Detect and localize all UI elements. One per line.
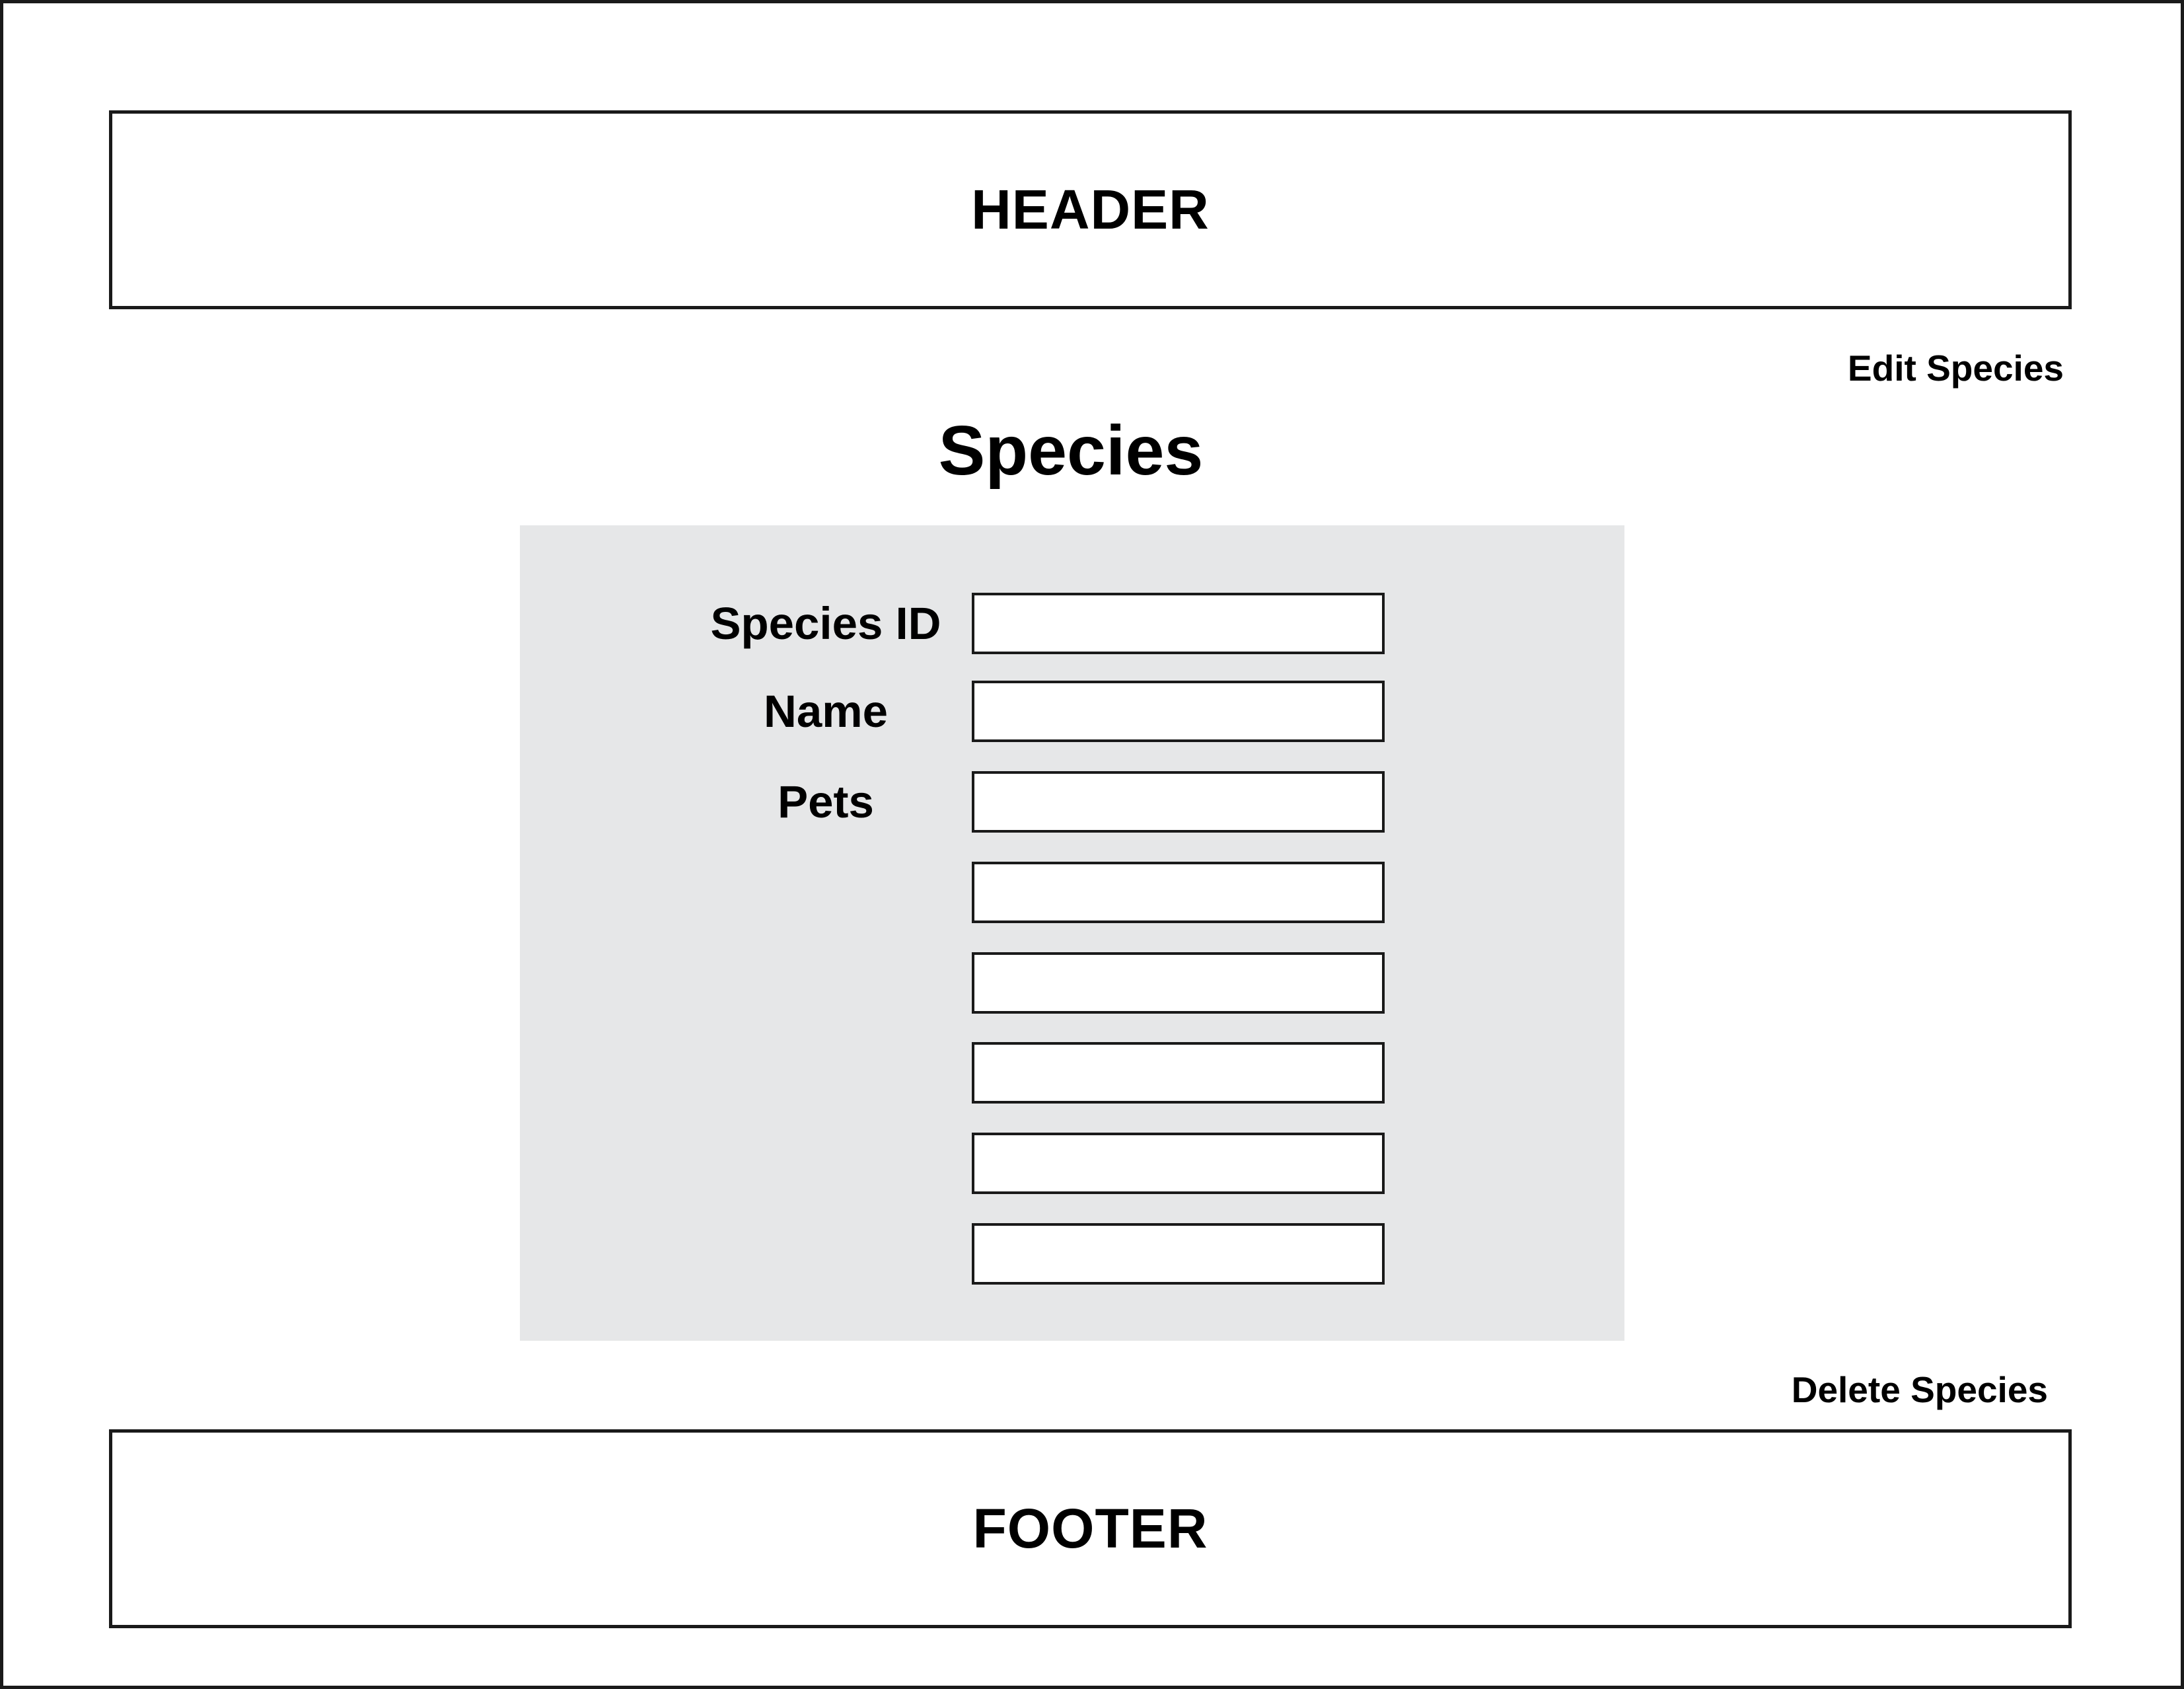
pets-input-5[interactable] [972, 1133, 1385, 1194]
edit-species-link[interactable]: Edit Species [1848, 347, 2064, 389]
name-label: Name [764, 686, 888, 737]
name-input[interactable] [972, 681, 1385, 742]
pets-input-4[interactable] [972, 1042, 1385, 1104]
pets-input-6[interactable] [972, 1223, 1385, 1285]
header-title: HEADER [971, 178, 1210, 241]
pets-input-1[interactable] [972, 771, 1385, 833]
species-id-label: Species ID [710, 598, 941, 649]
delete-species-link[interactable]: Delete Species [1792, 1369, 2048, 1411]
pets-label: Pets [778, 776, 874, 827]
header: HEADER [109, 110, 2072, 309]
pets-input-3[interactable] [972, 952, 1385, 1014]
pets-input-2[interactable] [972, 862, 1385, 923]
footer-title: FOOTER [972, 1497, 1208, 1559]
species-id-input[interactable] [972, 593, 1385, 654]
footer: FOOTER [109, 1429, 2072, 1628]
page-title: Species [938, 412, 1204, 490]
